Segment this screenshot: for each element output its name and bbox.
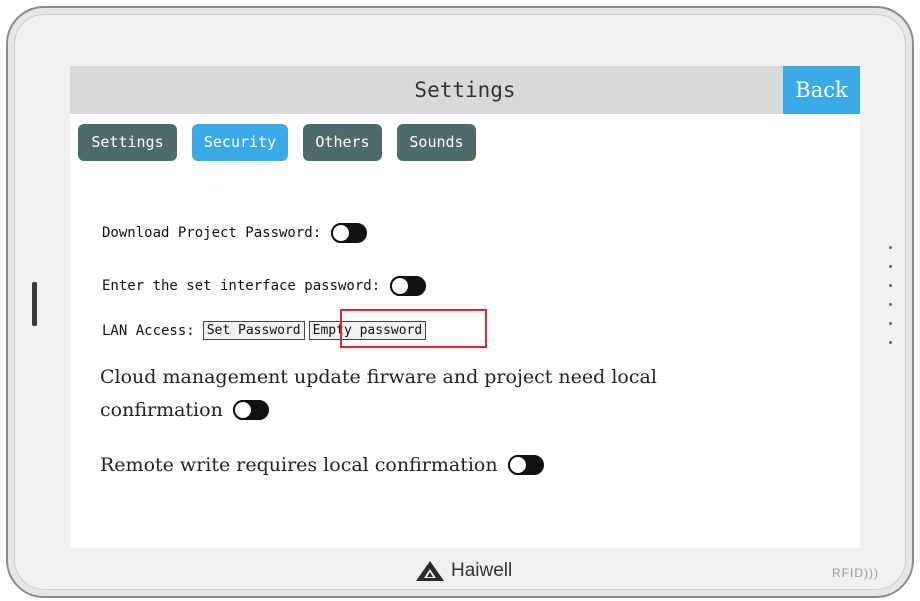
side-slot	[32, 282, 37, 326]
brand-name: Haiwell	[451, 560, 513, 581]
set-interface-password-label: Enter the set interface password:	[102, 278, 381, 294]
cloud-confirm-label: confirmation	[100, 399, 223, 421]
rfid-label: RFID)))	[832, 566, 879, 580]
tab-sounds[interactable]: Sounds	[397, 124, 476, 161]
tab-settings[interactable]: Settings	[78, 124, 177, 161]
lan-access-label: LAN Access:	[102, 322, 195, 339]
download-password-row: Download Project Password:	[102, 223, 368, 243]
remote-write-toggle[interactable]	[507, 455, 544, 475]
cloud-confirm-line1: Cloud management update firware and proj…	[100, 366, 657, 388]
cloud-confirm-row: confirmation	[100, 399, 269, 421]
nfc-icon: )))	[864, 566, 879, 580]
remote-write-label: Remote write requires local confirmation	[100, 454, 498, 476]
speaker-dots	[889, 246, 893, 360]
download-password-label: Download Project Password:	[102, 225, 322, 241]
cloud-confirm-toggle[interactable]	[232, 400, 269, 420]
back-button[interactable]: Back	[783, 66, 860, 114]
set-interface-password-toggle[interactable]	[390, 276, 427, 296]
download-password-toggle[interactable]	[331, 223, 368, 243]
lan-set-password-button[interactable]: Set Password	[202, 321, 305, 340]
screen: Settings Back Settings Security Others S…	[70, 66, 860, 548]
haiwell-logo-icon	[416, 561, 444, 581]
tab-others[interactable]: Others	[303, 124, 382, 161]
page-title: Settings	[414, 78, 516, 102]
tab-security[interactable]: Security	[192, 124, 288, 161]
highlight-box	[340, 309, 487, 348]
brand-logo: Haiwell	[415, 560, 512, 582]
remote-write-row: Remote write requires local confirmation	[100, 454, 544, 476]
set-interface-password-row: Enter the set interface password:	[102, 276, 427, 296]
